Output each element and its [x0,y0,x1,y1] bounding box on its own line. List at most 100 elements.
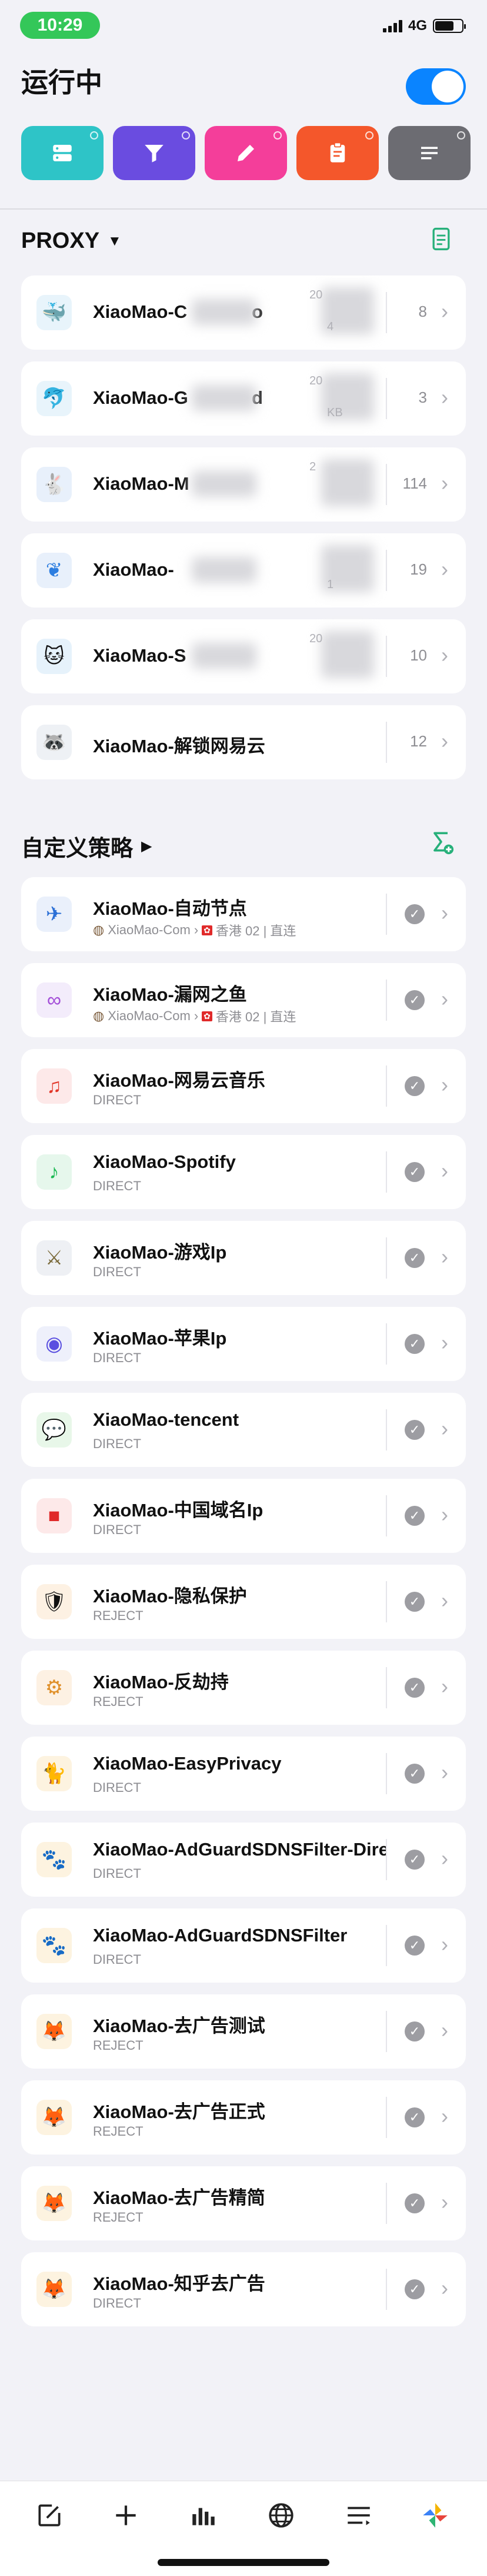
tab-add[interactable] [109,2499,142,2532]
divider [386,1495,387,1536]
policy-value: DIRECT [93,1952,141,1967]
policy-node: 香港 02 | 直连 [215,924,296,938]
divider [386,1667,387,1708]
checkmark-icon: ✓ [405,1334,425,1354]
chevron-right-icon: › [441,1932,448,1956]
chevron-right-icon: › [441,1244,448,1269]
policy-card[interactable]: ■ XiaoMao-中国域名Ip DIRECT ✓ › [21,1479,466,1553]
policy-selection: ◍ XiaoMao-Com › ✿ 香港 02 | 直连 [93,1007,296,1025]
policy-name: XiaoMao-自动节点 [93,898,247,919]
policy-selection: DIRECT [93,1179,141,1194]
tab-edit[interactable] [33,2499,66,2532]
leaf-icon: ❦ [36,553,72,588]
rabbit-icon: 🐇 [36,467,72,502]
policy-value: DIRECT [93,1436,141,1451]
infinity-icon: ∞ [36,982,72,1018]
chevron-right-icon: ▶ [141,838,152,854]
avatar-icon: ◍ [93,922,105,937]
policy-card[interactable]: 🦊 XiaoMao-知乎去广告 DIRECT ✓ › [21,2252,466,2326]
tile-lines[interactable] [388,126,471,180]
siri-icon: ◉ [36,1326,72,1362]
policy-section-title[interactable]: 自定义策略 ▶ [21,830,152,862]
lines-icon [421,147,438,160]
proxy-card[interactable]: 🐱 XiaoMao-S 20 10 › [21,619,466,693]
chevron-right-icon: › [441,2190,448,2214]
tab-globe[interactable] [265,2499,298,2532]
divider [386,1925,387,1966]
policy-name: XiaoMao-Spotify [93,1151,236,1172]
shortcut-tiles [21,126,471,180]
divider [0,208,487,210]
tab-list[interactable] [342,2499,375,2532]
proxy-card[interactable]: 🐬 XiaoMao-G d 20 KB 3 › [21,361,466,436]
policy-name: XiaoMao-AdGuardSDNSFilter-Dire [93,1839,387,1860]
divider [386,1753,387,1794]
dolphin-icon: 🐬 [36,381,72,416]
policy-card[interactable]: 🐾 XiaoMao-AdGuardSDNSFilter DIRECT ✓ › [21,1908,466,1983]
policy-name: XiaoMao-漏网之鱼 [93,984,247,1005]
redacted-blur [192,557,256,583]
policy-card[interactable]: 🦊 XiaoMao-去广告精简 REJECT ✓ › [21,2166,466,2240]
policy-selection: REJECT [93,2124,144,2139]
chevron-right-icon: › [441,729,448,753]
policy-name: XiaoMao-隐私保护 [93,1586,247,1606]
tab-stats[interactable] [187,2499,220,2532]
proxy-card[interactable]: 🦝 XiaoMao-解锁网易云 12 › [21,705,466,779]
policy-selection: REJECT [93,2210,144,2225]
tab-pinwheel[interactable] [419,2499,452,2532]
policy-card[interactable]: 🦊 XiaoMao-去广告测试 REJECT ✓ › [21,1994,466,2069]
policy-card[interactable]: ⚔ XiaoMao-游戏Ip DIRECT ✓ › [21,1221,466,1295]
policy-card[interactable]: 🦊 XiaoMao-去广告正式 REJECT ✓ › [21,2080,466,2155]
policy-card[interactable]: ⚙ XiaoMao-反劫持 REJECT ✓ › [21,1651,466,1725]
update-date: 20 [309,374,323,387]
policy-card[interactable]: ∞ XiaoMao-漏网之鱼 ◍ XiaoMao-Com › ✿ 香港 02 | 直连 ✓ › [21,963,466,1037]
policy-card[interactable]: 🐈 XiaoMao-EasyPrivacy DIRECT ✓ › [21,1737,466,1811]
server-icon [53,145,72,161]
redacted-blur [192,471,256,497]
divider [386,1151,387,1193]
policy-value: DIRECT [93,1093,141,1107]
policy-value: DIRECT [93,2296,141,2311]
tile-pencil[interactable] [205,126,287,180]
document-icon[interactable] [428,226,454,252]
policy-card[interactable]: 💬 XiaoMao-tencent DIRECT ✓ › [21,1393,466,1467]
policy-card[interactable]: ♪ XiaoMao-Spotify DIRECT ✓ › [21,1135,466,1209]
policy-card[interactable]: 🛡 XiaoMao-隐私保护 REJECT ✓ › [21,1565,466,1639]
cat-orange-icon: 🐈 [36,1756,72,1791]
policy-name: XiaoMao-中国域名Ip [93,1500,263,1521]
tile-server[interactable] [21,126,104,180]
proxy-card[interactable]: ❦ XiaoMao- 1 19 › [21,533,466,608]
proxy-card[interactable]: 🐇 XiaoMao-M 2 114 › [21,447,466,522]
tile-clipboard[interactable] [296,126,379,180]
adguard-cat-icon: 🐾 [36,1842,72,1877]
redacted-blur [192,643,256,669]
policy-value: REJECT [93,1608,144,1623]
fox-icon: 🦊 [36,2100,72,2135]
page-title: 运行中 [21,67,102,98]
bottom-tab-bar [0,2481,487,2576]
proxy-card[interactable]: 🐳 XiaoMao-C o 20 4 8 › [21,275,466,350]
checkmark-icon: ✓ [405,1248,425,1268]
policy-selection: DIRECT [93,1350,141,1366]
checkmark-icon: ✓ [405,2193,425,2213]
proxy-name: XiaoMao- [93,559,174,580]
plus-icon [116,2505,136,2525]
tile-filter[interactable] [113,126,195,180]
policy-name: XiaoMao-反劫持 [93,1672,229,1692]
proxy-section-title[interactable]: PROXY ▼ [21,228,122,254]
add-policy-icon[interactable] [428,829,454,855]
policy-selection: REJECT [93,1608,144,1624]
node-count: 114 [402,474,427,492]
checkmark-icon: ✓ [405,1764,425,1784]
divider [386,550,387,591]
policy-card[interactable]: ♫ XiaoMao-网易云音乐 DIRECT ✓ › [21,1049,466,1123]
policy-card[interactable]: 🐾 XiaoMao-AdGuardSDNSFilter-Dire DIRECT ✓ › [21,1823,466,1897]
policy-name: XiaoMao-tencent [93,1409,239,1430]
policy-card[interactable]: ◉ XiaoMao-苹果Ip DIRECT ✓ › [21,1307,466,1381]
checkmark-icon: ✓ [405,2021,425,2041]
whale-icon: 🐳 [36,295,72,330]
status-bar: 10:29 4G [0,0,487,41]
policy-card[interactable]: ✈ XiaoMao-自动节点 ◍ XiaoMao-Com › ✿ 香港 02 | 直连 ✓ › [21,877,466,951]
running-toggle[interactable] [406,68,466,105]
chevron-right-icon: › [441,1760,448,1784]
